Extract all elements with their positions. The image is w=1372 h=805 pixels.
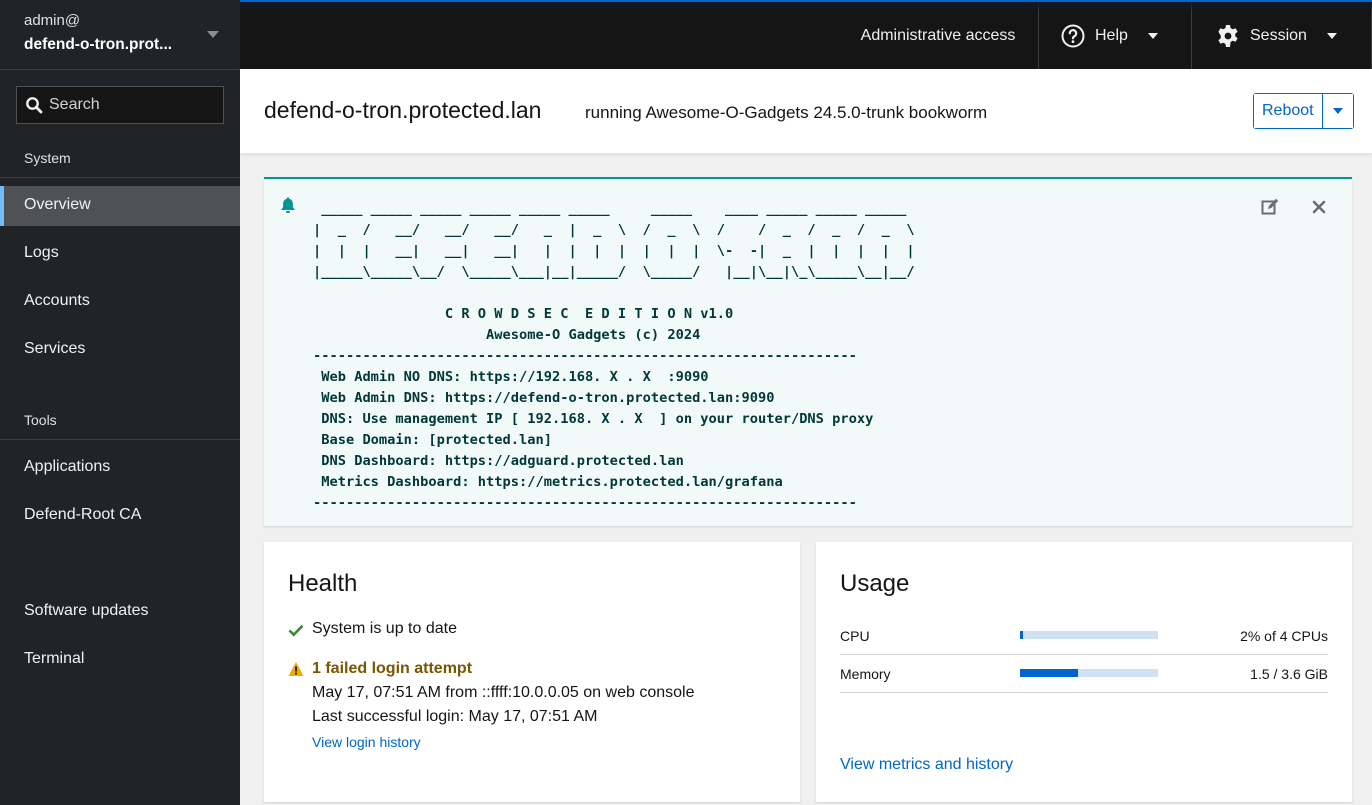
sidebar-item-label: Defend-Root CA [24,506,142,523]
motd-line: ----------------------------------------… [313,495,857,511]
help-label: Help [1095,26,1128,44]
host-user: admin@ [24,12,81,29]
cpu-progress-fill [1020,631,1023,639]
caret-down-icon [1147,32,1158,39]
sidebar-item-label: Software updates [24,602,149,619]
motd-message: _____ _____ _____ _____ _____ _____ ____… [313,199,915,514]
motd-line: ----------------------------------------… [313,348,857,364]
bell-icon [281,197,295,213]
sidebar-item-label: Logs [24,244,59,261]
usage-card: Usage CPU 2% of 4 CPUs Memory 1.5 / 3.6 … [816,542,1352,802]
check-icon [288,624,304,637]
sidebar-item-logs[interactable]: Logs [0,234,240,274]
sidebar-item-label: Overview [24,196,91,213]
view-metrics-link[interactable]: View metrics and history [840,756,1013,774]
motd-line: Web Admin DNS: https://defend-o-tron.pro… [313,390,775,406]
reboot-split-button: Reboot [1253,93,1354,129]
session-menu-button[interactable]: Session [1216,2,1337,69]
usage-value: 2% of 4 CPUs [1240,628,1328,644]
search-icon [26,97,43,114]
motd-line: C R O W D S E C E D I T I O N v1.0 [313,306,734,322]
page-subtitle: running Awesome-O-Gadgets 24.5.0-trunk b… [585,103,988,122]
gear-icon [1218,24,1238,47]
failed-login-detail: May 17, 07:51 AM from ::ffff:10.0.0.05 o… [312,684,695,701]
nav-divider [0,177,240,178]
sidebar-item-label: Services [24,340,86,357]
caret-down-icon [207,31,219,38]
failed-login-title: 1 failed login attempt [312,660,473,677]
usage-value: 1.5 / 3.6 GiB [1250,666,1328,682]
motd-line: |_____\_____\__/ \_____\___|__|_____/ \_… [313,264,915,280]
motd-alert: _____ _____ _____ _____ _____ _____ ____… [264,177,1352,526]
caret-down-icon [1326,32,1337,39]
motd-line: DNS: Use management IP [ 192.168. X . X … [313,411,874,427]
memory-progress-fill [1020,669,1078,677]
caret-down-icon [1332,108,1343,114]
motd-line: DNS Dashboard: https://adguard.protected… [313,453,684,469]
close-icon[interactable] [1309,197,1329,217]
motd-line: Web Admin NO DNS: https://192.168. X . X… [313,369,709,385]
session-label: Session [1250,26,1307,44]
health-card: Health System is up to date 1 failed log… [264,542,800,802]
help-circle-icon [1061,24,1085,47]
sidebar-item-accounts[interactable]: Accounts [0,282,240,322]
sidebar-item-defend-root-ca[interactable]: Defend-Root CA [0,496,240,536]
reboot-options-toggle[interactable] [1322,94,1353,128]
page-title: defend-o-tron.protected.lan [264,97,542,123]
motd-line: | | | __| __| __| | | | | | | | \- -| _ … [313,243,915,259]
nav-section-system: System [24,150,71,166]
view-login-history-link[interactable]: View login history [312,734,421,750]
page-header: defend-o-tron.protected.lan running Awes… [240,69,1372,153]
sidebar-item-services[interactable]: Services [0,330,240,370]
sidebar-item-terminal[interactable]: Terminal [0,640,240,680]
reboot-button[interactable]: Reboot [1254,94,1323,128]
nav-divider [0,439,240,440]
health-title: Health [288,570,358,597]
sidebar-item-label: Accounts [24,292,90,309]
sidebar-item-software-updates[interactable]: Software updates [0,592,240,632]
sidebar-item-overview[interactable]: Overview [0,186,240,226]
motd-line: _____ _____ _____ _____ _____ _____ ____… [313,201,907,217]
nav-section-tools: Tools [24,412,57,428]
usage-label: CPU [840,628,870,644]
motd-line: Metrics Dashboard: https://metrics.prote… [313,474,783,490]
motd-line: Awesome-O Gadgets (c) 2024 [313,327,701,343]
top-bar: Administrative access Help Session [240,0,1372,69]
motd-line: | _ / __/ __/ __/ _ | _ \ / _ \ / / _ / … [313,222,915,238]
motd-line [313,283,915,304]
usage-row-memory: Memory 1.5 / 3.6 GiB [840,655,1328,693]
sidebar-item-label: Terminal [24,650,85,667]
memory-progress-bar [1020,669,1158,677]
motd-line: Base Domain: [protected.lan] [313,432,552,448]
administrative-access-button[interactable]: Administrative access [838,2,1038,69]
topbar-divider [1038,2,1039,69]
sidebar-item-label: Applications [24,458,111,475]
usage-title: Usage [840,570,910,597]
sidebar-item-applications[interactable]: Applications [0,448,240,488]
warning-icon [288,662,304,676]
search-box[interactable] [16,86,224,124]
search-input[interactable] [49,87,219,123]
topbar-divider [1191,2,1192,69]
host-switcher[interactable]: admin@ defend-o-tron.prot... [0,0,240,70]
last-login: Last successful login: May 17, 07:51 AM [312,708,598,725]
cpu-progress-bar [1020,631,1158,639]
usage-row-cpu: CPU 2% of 4 CPUs [840,617,1328,655]
host-name: defend-o-tron.prot... [24,36,173,53]
usage-label: Memory [840,666,891,682]
sidebar: admin@ defend-o-tron.prot... System Over… [0,0,240,805]
help-menu-button[interactable]: Help [1061,2,1158,69]
edit-icon[interactable] [1260,197,1280,217]
system-status: System is up to date [312,620,457,637]
